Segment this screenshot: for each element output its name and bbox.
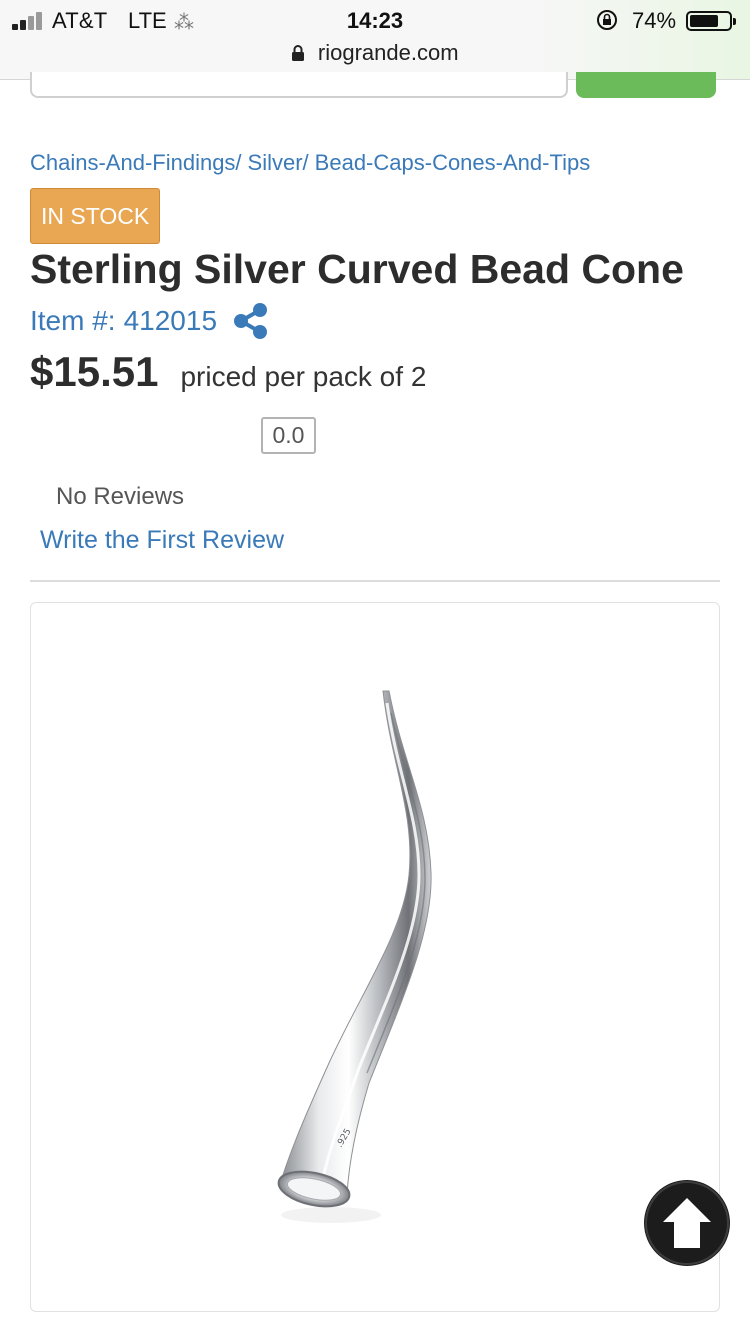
product-price: $15.51: [30, 348, 159, 395]
browser-chrome: AT&T LTE ⁂ 14:23 74% riogrande.com: [0, 0, 750, 80]
search-button[interactable]: [576, 72, 716, 98]
item-number-label: Item #:: [30, 305, 116, 336]
back-to-top-button[interactable]: [644, 1180, 730, 1266]
breadcrumb: Chains-And-Findings/Silver/Bead-Caps-Con…: [30, 150, 590, 176]
product-image: .925: [277, 690, 432, 1223]
price-note: priced per pack of 2: [180, 361, 427, 392]
breadcrumb-link-bead-caps-cones-and-tips[interactable]: Bead-Caps-Cones-And-Tips: [315, 150, 591, 175]
item-number: 412015: [123, 305, 218, 336]
arrow-up-icon: [645, 1181, 729, 1265]
breadcrumb-link-silver[interactable]: Silver/: [248, 150, 309, 175]
divider: [30, 580, 720, 582]
orientation-lock-icon: [597, 10, 617, 30]
product-image-card[interactable]: .925: [30, 602, 720, 1312]
write-review-link[interactable]: Write the First Review: [40, 526, 284, 555]
search-input[interactable]: [30, 72, 568, 98]
battery-percent: 74%: [632, 8, 677, 33]
battery-icon: [686, 11, 736, 31]
product-title: Sterling Silver Curved Bead Cone: [30, 246, 684, 292]
status-bar: AT&T LTE ⁂ 14:23 74%: [0, 0, 750, 40]
stock-status-badge: IN STOCK: [30, 188, 161, 244]
breadcrumb-link-chains-and-findings[interactable]: Chains-And-Findings/: [30, 150, 242, 175]
reviews-count-text: No Reviews: [56, 483, 185, 510]
item-number-row: Item #: 412015: [30, 302, 271, 340]
price-row: $15.51 priced per pack of 2: [30, 348, 426, 396]
lock-icon: [292, 45, 305, 61]
share-icon[interactable]: [231, 301, 271, 341]
rating-value: 0.0: [261, 417, 316, 454]
url-text: riogrande.com: [317, 40, 459, 65]
url-bar[interactable]: riogrande.com: [0, 40, 750, 70]
